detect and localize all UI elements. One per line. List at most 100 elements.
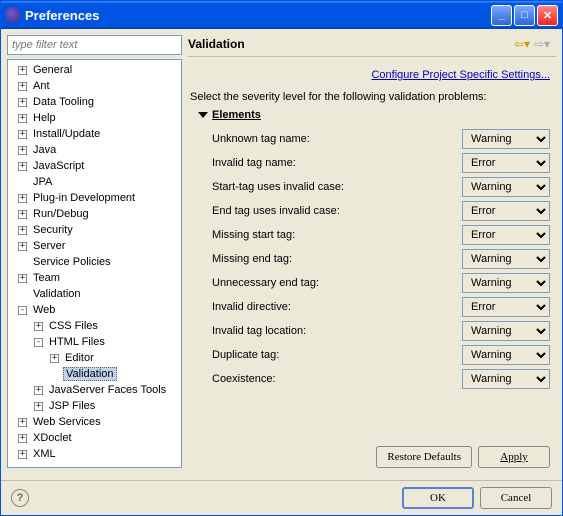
expand-icon[interactable]: +: [18, 66, 27, 75]
close-button[interactable]: ✕: [537, 5, 558, 26]
tree-item[interactable]: + XML: [8, 446, 181, 462]
validation-label: Invalid tag name:: [212, 157, 462, 169]
expand-icon[interactable]: +: [50, 354, 59, 363]
tree-item[interactable]: + XDoclet: [8, 430, 181, 446]
severity-select[interactable]: IgnoreWarningError: [462, 153, 550, 173]
tree-item[interactable]: + Server: [8, 238, 181, 254]
tree-item[interactable]: + JSP Files: [8, 398, 181, 414]
page-title: Validation: [188, 37, 514, 51]
severity-select[interactable]: IgnoreWarningError: [462, 345, 550, 365]
page-header: Validation ⇦▾ ⇨▾: [188, 35, 556, 57]
severity-select[interactable]: IgnoreWarningError: [462, 321, 550, 341]
tree-item[interactable]: + CSS Files: [8, 318, 181, 334]
tree-item[interactable]: +Run/Debug: [8, 206, 181, 222]
filter-input[interactable]: [7, 35, 182, 55]
tree-item-label: Ant: [31, 80, 52, 92]
tree-item[interactable]: +Java: [8, 142, 181, 158]
validation-label: Unnecessary end tag:: [212, 277, 462, 289]
tree-item[interactable]: + Data Tooling: [8, 94, 181, 110]
expand-icon[interactable]: +: [18, 274, 27, 283]
expand-icon[interactable]: +: [18, 226, 27, 235]
tree-item[interactable]: + Security: [8, 222, 181, 238]
apply-button[interactable]: Apply: [478, 446, 550, 468]
expand-icon[interactable]: +: [34, 322, 43, 331]
expand-icon[interactable]: +: [18, 418, 27, 427]
expand-icon[interactable]: +: [34, 402, 43, 411]
validation-row: End tag uses invalid case:IgnoreWarningE…: [188, 199, 556, 223]
expand-icon[interactable]: +: [18, 146, 27, 155]
collapse-icon[interactable]: -: [18, 306, 27, 315]
expand-icon[interactable]: +: [18, 434, 27, 443]
expand-icon[interactable]: +: [34, 386, 43, 395]
tree-item-label: JavaServer Faces Tools: [47, 384, 168, 396]
project-settings-link[interactable]: Configure Project Specific Settings...: [371, 69, 550, 81]
tree-item[interactable]: +Install/Update: [8, 126, 181, 142]
tree-item-label: JSP Files: [47, 400, 97, 412]
validation-label: Invalid tag location:: [212, 325, 462, 337]
titlebar[interactable]: Preferences _ □ ✕: [1, 1, 562, 29]
severity-select[interactable]: IgnoreWarningError: [462, 225, 550, 245]
tree-item-label: Server: [31, 240, 67, 252]
bottom-bar: ? OK Cancel: [1, 480, 562, 515]
preference-tree[interactable]: +General+Ant+Data Tooling+Help+Install/U…: [7, 59, 182, 468]
severity-select[interactable]: IgnoreWarningError: [462, 369, 550, 389]
tree-item[interactable]: +Web Services: [8, 414, 181, 430]
expand-icon[interactable]: +: [18, 82, 27, 91]
expand-icon[interactable]: +: [18, 242, 27, 251]
validation-label: Duplicate tag:: [212, 349, 462, 361]
cancel-button[interactable]: Cancel: [480, 487, 552, 509]
severity-select[interactable]: IgnoreWarningError: [462, 177, 550, 197]
expand-icon[interactable]: +: [18, 450, 27, 459]
tree-item-label: Data Tooling: [31, 96, 96, 108]
tree-item[interactable]: + JavaServer Faces Tools: [8, 382, 181, 398]
severity-select[interactable]: IgnoreWarningError: [462, 201, 550, 221]
forward-arrow-icon: ⇨▾: [534, 36, 550, 52]
tree-item[interactable]: Service Policies: [8, 254, 181, 270]
app-icon: [5, 7, 21, 23]
tree-item[interactable]: Validation: [8, 366, 181, 382]
collapse-triangle-icon: [198, 112, 208, 118]
validation-label: Coexistence:: [212, 373, 462, 385]
tree-item[interactable]: + Plug-in Development: [8, 190, 181, 206]
expand-icon[interactable]: +: [18, 194, 27, 203]
severity-select[interactable]: IgnoreWarningError: [462, 129, 550, 149]
tree-item-label: XDoclet: [31, 432, 74, 444]
validation-label: Missing start tag:: [212, 229, 462, 241]
restore-defaults-button[interactable]: Restore Defaults: [376, 446, 472, 468]
expand-icon[interactable]: +: [18, 130, 27, 139]
validation-row: Invalid tag name:IgnoreWarningError: [188, 151, 556, 175]
tree-item[interactable]: -Web: [8, 302, 181, 318]
expand-icon[interactable]: +: [18, 162, 27, 171]
validation-row: Missing start tag:IgnoreWarningError: [188, 223, 556, 247]
tree-item[interactable]: Validation: [8, 286, 181, 302]
tree-item[interactable]: +General: [8, 62, 181, 78]
tree-item[interactable]: +JavaScript: [8, 158, 181, 174]
tree-item[interactable]: +Editor: [8, 350, 181, 366]
severity-select[interactable]: IgnoreWarningError: [462, 273, 550, 293]
tree-item-label: CSS Files: [47, 320, 100, 332]
left-panel: +General+Ant+Data Tooling+Help+Install/U…: [7, 35, 182, 468]
expand-icon[interactable]: +: [18, 210, 27, 219]
severity-select[interactable]: IgnoreWarningError: [462, 249, 550, 269]
collapse-icon[interactable]: -: [34, 338, 43, 347]
tree-item[interactable]: + Ant: [8, 78, 181, 94]
tree-item[interactable]: -HTML Files: [8, 334, 181, 350]
back-arrow-icon[interactable]: ⇦▾: [514, 36, 530, 52]
tree-item-label: Web: [31, 304, 57, 316]
maximize-button[interactable]: □: [514, 5, 535, 26]
severity-select[interactable]: IgnoreWarningError: [462, 297, 550, 317]
tree-item[interactable]: JPA: [8, 174, 181, 190]
tree-item[interactable]: +Help: [8, 110, 181, 126]
tree-item-label: Plug-in Development: [31, 192, 137, 204]
expand-icon[interactable]: +: [18, 114, 27, 123]
window-title: Preferences: [25, 8, 491, 23]
tree-item-label: Security: [31, 224, 75, 236]
minimize-button[interactable]: _: [491, 5, 512, 26]
no-expand-icon: [50, 370, 59, 379]
tree-item-label: XML: [31, 448, 58, 460]
ok-button[interactable]: OK: [402, 487, 474, 509]
tree-item[interactable]: +Team: [8, 270, 181, 286]
elements-section-header[interactable]: Elements: [188, 107, 556, 127]
help-icon[interactable]: ?: [11, 489, 29, 507]
expand-icon[interactable]: +: [18, 98, 27, 107]
